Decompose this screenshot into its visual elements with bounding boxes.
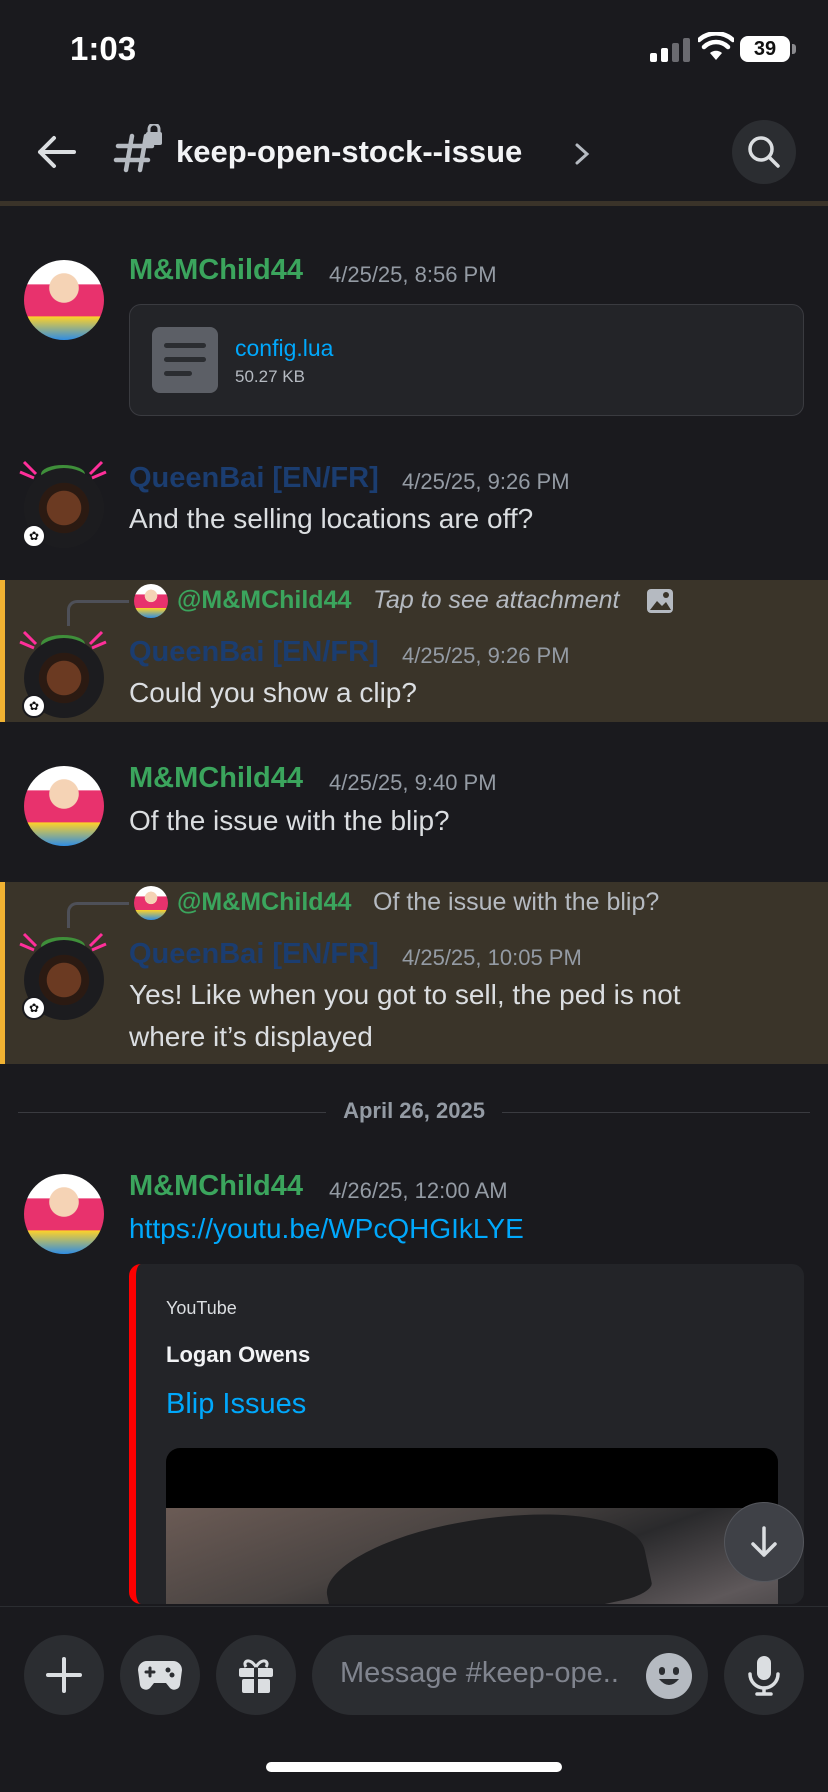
battery-indicator: 39 [740, 36, 796, 62]
status-time: 1:03 [70, 30, 137, 67]
avatar[interactable] [24, 766, 104, 846]
arrow-down-icon [751, 1526, 777, 1557]
attachment-filename[interactable]: config.lua [235, 335, 333, 362]
channel-header: keep-open-stock--issue [0, 100, 828, 206]
home-indicator [266, 1762, 562, 1772]
avatar[interactable] [24, 1174, 104, 1254]
gift-icon [239, 1659, 273, 1693]
message-timestamp: 4/26/25, 12:00 AM [329, 1178, 508, 1203]
reply-connector [67, 600, 129, 626]
chevron-right-icon[interactable] [572, 140, 592, 168]
avatar[interactable]: ✿ [18, 628, 108, 720]
voice-message-button[interactable] [724, 1635, 804, 1715]
message-text: Could you show a clip? [129, 677, 417, 708]
reply-avatar [134, 886, 168, 920]
message-text: And the selling locations are off? [129, 503, 534, 534]
message-author[interactable]: QueenBai [EN/FR] [129, 938, 379, 971]
microphone-icon [748, 1656, 780, 1696]
message-text-line: where it’s displayed [129, 1021, 373, 1052]
gamepad-icon [138, 1661, 182, 1690]
message-timestamp: 4/25/25, 9:40 PM [329, 770, 497, 795]
message-author[interactable]: M&MChild44 [129, 762, 303, 795]
emoji-icon[interactable] [646, 1653, 692, 1699]
message-timestamp: 4/25/25, 9:26 PM [402, 469, 570, 494]
message-item[interactable]: M&MChild44 4/25/25, 9:40 PM Of the issue… [0, 748, 828, 868]
reply-preview[interactable]: Of the issue with the blip? [373, 888, 659, 917]
avatar[interactable] [24, 260, 104, 340]
back-arrow-icon[interactable] [34, 130, 78, 174]
date-divider-label: April 26, 2025 [326, 1098, 502, 1124]
reply-connector [67, 902, 129, 928]
file-icon [152, 327, 218, 393]
video-thumbnail[interactable] [166, 1448, 778, 1604]
plus-icon [46, 1657, 82, 1693]
message-timestamp: 4/25/25, 8:56 PM [329, 262, 497, 287]
message-item[interactable]: ✿ QueenBai [EN/FR] 4/25/25, 9:26 PM And … [0, 452, 828, 572]
embed-author[interactable]: Logan Owens [166, 1342, 310, 1368]
status-bar: 1:03 39 [0, 0, 828, 100]
embed-provider[interactable]: YouTube [166, 1298, 237, 1319]
message-author[interactable]: QueenBai [EN/FR] [129, 462, 379, 495]
message-item[interactable]: M&MChild44 4/26/25, 12:00 AM https://you… [0, 1156, 828, 1264]
embed-title[interactable]: Blip Issues [166, 1388, 306, 1421]
search-button[interactable] [732, 120, 796, 184]
reply-preview[interactable]: Tap to see attachment [373, 586, 619, 615]
message-input[interactable]: Message #keep-ope.. [312, 1635, 708, 1715]
search-icon [748, 136, 780, 168]
file-attachment[interactable]: config.lua 50.27 KB [129, 304, 804, 416]
message-author[interactable]: M&MChild44 [129, 1170, 303, 1203]
message-author[interactable]: M&MChild44 [129, 254, 303, 287]
message-input-placeholder: Message #keep-ope.. [340, 1657, 619, 1689]
activities-button[interactable] [120, 1635, 200, 1715]
message-text-line: Yes! Like when you got to sell, the ped … [129, 979, 681, 1010]
attachment-size: 50.27 KB [235, 367, 305, 386]
attach-button[interactable] [24, 1635, 104, 1715]
channel-name[interactable]: keep-open-stock--issue [176, 134, 522, 170]
reply-mention[interactable]: @M&MChild44 [177, 888, 351, 917]
cellular-signal-icon [650, 38, 690, 62]
gift-button[interactable] [216, 1635, 296, 1715]
server-tag-badge: ✿ [22, 524, 46, 548]
hashtag-lock-icon [113, 124, 162, 173]
message-timestamp: 4/25/25, 9:26 PM [402, 643, 570, 668]
message-item-highlighted[interactable]: @M&MChild44 Tap to see attachment ✿ Quee… [0, 580, 828, 722]
message-timestamp: 4/25/25, 10:05 PM [402, 945, 582, 970]
wifi-icon [698, 32, 734, 60]
message-author[interactable]: QueenBai [EN/FR] [129, 636, 379, 669]
avatar[interactable]: ✿ [18, 930, 108, 1022]
server-tag-badge: ✿ [22, 996, 46, 1020]
reply-mention[interactable]: @M&MChild44 [177, 586, 351, 615]
avatar[interactable]: ✿ [18, 458, 108, 550]
message-link[interactable]: https://youtu.be/WPcQHGIkLYE [129, 1208, 524, 1250]
jump-to-present-button[interactable] [724, 1502, 804, 1582]
youtube-embed[interactable]: YouTube Logan Owens Blip Issues [129, 1264, 804, 1604]
message-text: Of the issue with the blip? [129, 805, 450, 836]
reply-avatar [134, 584, 168, 618]
image-icon [647, 589, 673, 613]
message-item-highlighted[interactable]: @M&MChild44 Of the issue with the blip? … [0, 882, 828, 1064]
server-tag-badge: ✿ [22, 694, 46, 718]
